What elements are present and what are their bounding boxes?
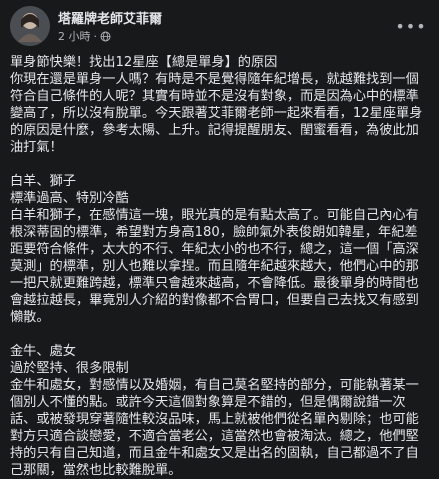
paragraph-taurus-virgo: 金牛、處女 過於堅持、很多限制 金牛和處女，對感情以及婚姻，有自己莫名堅持的部分…	[10, 343, 434, 479]
text-line: 金牛和處女，對感情以及婚姻，有自己莫名堅持的部分，可能執著某一	[10, 378, 419, 393]
text-line: 己那關，當然也比較難脫單。	[10, 463, 182, 478]
post-text: 單身節快樂！找出12星座【總是單身】的原因 你現在還是單身一人嗎？有時是不是覺得…	[10, 54, 434, 479]
section-subheading: 標準過高、特別冷酷	[10, 191, 129, 206]
text-line: 根深蒂固的標準，希望對方身高180，臉帥氣外表俊朗如韓星，年紀差	[10, 225, 418, 240]
text-line: 符合自己條件的人呢？其實有時並不是沒有對象，而是因為心中的標準	[10, 89, 419, 104]
section-heading: 白羊、獅子	[10, 174, 76, 189]
text-line: 距要符合條件，太大的不行、年紀太小的也不行，總之，這一個「高深	[10, 242, 419, 257]
text-line: 一把尺就更難跨越，標準只會越來越高，不會降低。最後單身的時間也	[10, 276, 419, 291]
text-line: 變高了，所以沒有脫單。今天跟著艾菲爾老師一起來看看，12星座單身	[10, 106, 423, 121]
text-line: 的原因是什麼，參考太陽、上升。記得提醒朋友、閨蜜看看，為彼此加	[10, 123, 419, 138]
meta-separator: ·	[93, 29, 98, 43]
paragraph-aries-leo: 白羊、獅子 標準過高、特別冷酷 白羊和獅子，在感情這一塊，眼光真的是有點太高了。…	[10, 173, 434, 326]
post-timestamp[interactable]: 2 小時	[58, 28, 91, 44]
post-header: 塔羅牌老師艾菲爾 2 小時 · •••	[10, 6, 429, 46]
paragraph-intro: 單身節快樂！找出12星座【總是單身】的原因 你現在還是單身一人嗎？有時是不是覺得…	[10, 54, 434, 156]
text-line: 對方只適合談戀愛，不適合當老公，這當然也會被淘汰。總之，他們堅	[10, 429, 419, 444]
avatar-image	[10, 6, 50, 46]
more-options-button[interactable]: •••	[395, 12, 427, 40]
avatar[interactable]	[10, 6, 50, 46]
text-line: 持的只有自己知道，而且金牛和處女又是出名的固執，自己都過不了自	[10, 446, 419, 461]
text-line: 你現在還是單身一人嗎？有時是不是覺得隨年紀增長，就越難找到一個	[10, 72, 419, 87]
text-line: 會越拉越長，畢竟別人介紹的對像都不合胃口，但要自己去找又有感到	[10, 293, 419, 308]
text-line: 油打氣！	[10, 140, 63, 155]
author-name[interactable]: 塔羅牌老師艾菲爾	[58, 8, 162, 27]
section-subheading: 過於堅持、很多限制	[10, 361, 129, 376]
text-line: 話、或被發現穿著隨性較沒品味，馬上就被他們從名單內剔除；也可能	[10, 412, 419, 427]
section-heading: 金牛、處女	[10, 344, 76, 359]
more-options-icon: •••	[395, 16, 427, 36]
text-line: 個別人不懂的點。或許今天這個對象算是不錯的，但是偶爾說錯一次	[10, 395, 406, 410]
text-line: 單身節快樂！找出12星座【總是單身】的原因	[10, 55, 278, 70]
text-line: 白羊和獅子，在感情這一塊，眼光真的是有點太高了。可能自己內心有	[10, 208, 419, 223]
post-meta: 2 小時 ·	[58, 28, 111, 44]
text-line: 莫測」的標準，別人也難以拿捏。而且隨年紀越來越大，他們心中的那	[10, 259, 419, 274]
globe-icon[interactable]	[100, 31, 111, 42]
text-line: 懶散。	[10, 310, 50, 325]
